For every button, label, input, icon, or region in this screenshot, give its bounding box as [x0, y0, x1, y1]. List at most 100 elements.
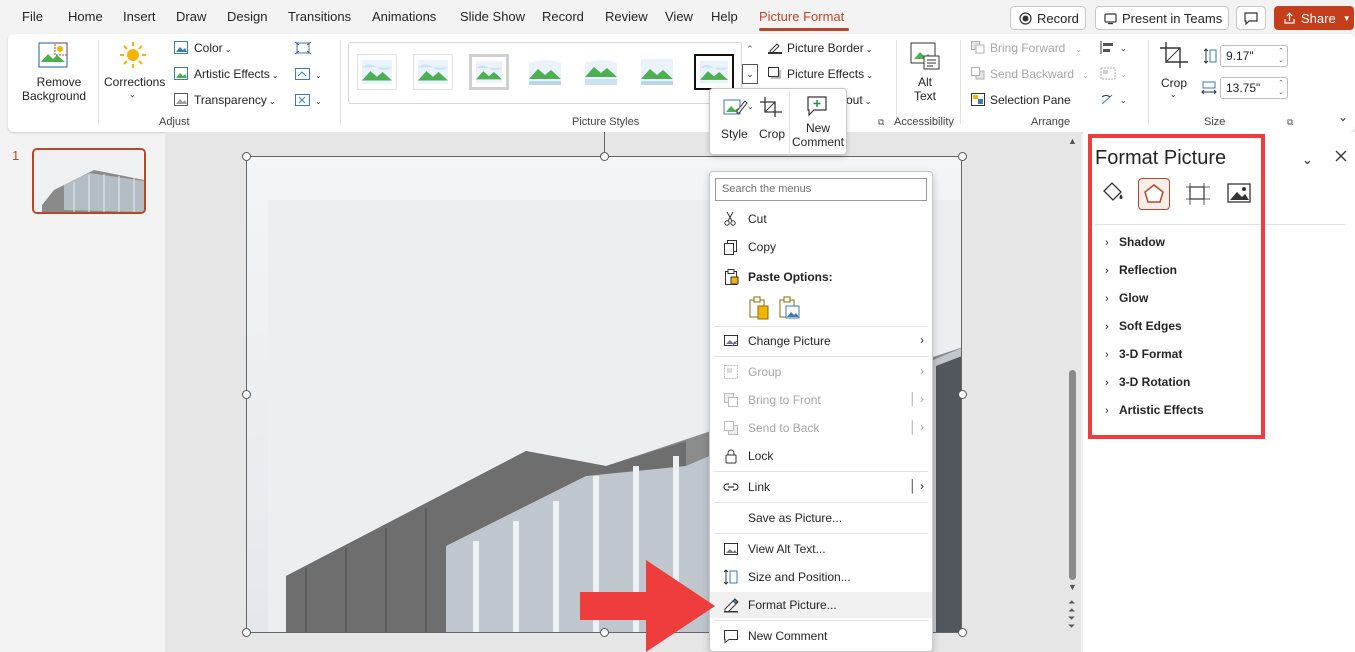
picture-style-2[interactable] [413, 54, 453, 90]
group-objects-icon[interactable]: ⌄ [1100, 67, 1128, 80]
menu-item-cut[interactable]: Cut [710, 206, 932, 232]
decrement-icon[interactable]: ⌄ [1278, 56, 1284, 64]
menu-item-lock[interactable]: Lock [710, 443, 932, 469]
new-comment-label-1: New [805, 121, 830, 135]
menu-item-copy[interactable]: Copy [710, 234, 932, 260]
tab-design[interactable]: Design [227, 9, 267, 24]
resize-handle-top-left[interactable] [242, 152, 251, 161]
menu-item-new-comment[interactable]: New Comment [710, 623, 932, 649]
format-picture-label: Format Picture... [748, 598, 837, 612]
scroll-down-icon[interactable]: ▼ [1068, 582, 1078, 592]
save-as-picture-label: Save as Picture... [748, 511, 843, 525]
increment-icon[interactable]: ⌃ [1278, 47, 1284, 55]
menu-item-group[interactable]: Group › [710, 359, 932, 385]
reset-picture-icon[interactable]: ⌄ [295, 93, 323, 107]
picture-style-5[interactable] [581, 54, 621, 90]
vertical-scrollbar-thumb[interactable] [1069, 370, 1076, 580]
pane-options-chevron-icon[interactable]: ⌄ [1302, 152, 1313, 168]
menu-search-input[interactable]: Search the menus [715, 178, 927, 201]
paste-as-picture-icon[interactable] [778, 296, 800, 320]
tab-review[interactable]: Review [605, 9, 648, 24]
tab-animations[interactable]: Animations [372, 9, 436, 24]
slide-thumbnail-1[interactable] [32, 148, 146, 214]
menu-item-change-picture[interactable]: Change Picture › [710, 328, 932, 354]
menu-item-view-alt-text[interactable]: View Alt Text... [710, 536, 932, 562]
share-button[interactable]: Share ▼ [1274, 6, 1354, 30]
tab-slide-show[interactable]: Slide Show [460, 9, 525, 24]
mini-style-button[interactable]: Style [721, 127, 748, 141]
change-picture-icon[interactable]: ⌄ [295, 67, 323, 81]
selection-pane-icon [971, 93, 985, 106]
size-position-icon [723, 569, 739, 585]
tab-file[interactable]: File [22, 9, 43, 24]
tab-picture-format[interactable]: Picture Format [759, 9, 844, 24]
picture-layout-label: out [846, 93, 863, 107]
gallery-scroll-up-icon[interactable]: ⌃ [744, 44, 756, 60]
dialog-launcher-icon[interactable]: ⧉ [878, 117, 884, 128]
crop-button[interactable]: Crop [1161, 76, 1187, 90]
close-icon[interactable] [1335, 150, 1347, 162]
align-icon[interactable]: ⌄ [1100, 41, 1128, 54]
comments-button[interactable] [1236, 6, 1266, 30]
scroll-up-icon[interactable]: ▲ [1068, 136, 1078, 150]
resize-handle-bottom-right[interactable] [958, 628, 967, 637]
paste-keep-source-icon[interactable] [748, 296, 770, 320]
collapse-ribbon-icon[interactable]: ⌄ [1338, 110, 1348, 124]
menu-item-link[interactable]: Link │ › [710, 474, 932, 500]
resize-handle-left[interactable] [242, 390, 251, 399]
picture-style-7-selected[interactable] [694, 54, 734, 90]
remove-background-button[interactable]: Remove Background [22, 75, 86, 103]
previous-slide-icon[interactable]: ⏶ ⏶ [1068, 598, 1075, 615]
rotate-icon[interactable]: ⌄ [1100, 93, 1128, 106]
picture-layout-button[interactable]: out ⌄ [846, 93, 871, 107]
menu-item-format-picture[interactable]: Format Picture... [710, 592, 932, 618]
color-button[interactable]: Color ⌄ [194, 41, 231, 55]
picture-border-button[interactable]: Picture Border ⌄ [787, 41, 872, 55]
corrections-button[interactable]: Corrections [104, 75, 165, 89]
alt-text-button[interactable]: Alt Text [914, 75, 936, 103]
menu-item-save-as-picture[interactable]: Save as Picture... [710, 505, 932, 531]
picture-effects-button[interactable]: Picture Effects ⌄ [787, 67, 873, 81]
resize-handle-top-right[interactable] [958, 152, 967, 161]
resize-handle-right[interactable] [958, 390, 967, 399]
picture-style-6[interactable] [637, 54, 677, 90]
artistic-effects-button[interactable]: Artistic Effects ⌄ [194, 67, 279, 81]
tab-help[interactable]: Help [711, 9, 738, 24]
dialog-launcher-icon[interactable]: ⧉ [1287, 117, 1293, 128]
record-icon [1019, 11, 1032, 25]
mini-new-comment-button[interactable]: New Comment [792, 121, 844, 149]
menu-item-bring-to-front[interactable]: Bring to Front │ › [710, 387, 932, 413]
send-backward-button[interactable]: Send Backward ⌄ [990, 67, 1089, 81]
transparency-button[interactable]: Transparency ⌄ [194, 93, 276, 107]
bring-forward-button[interactable]: Bring Forward ⌄ [990, 41, 1082, 55]
increment-icon[interactable]: ⌃ [1278, 79, 1284, 87]
tab-draw[interactable]: Draw [176, 9, 206, 24]
send-to-back-icon [723, 420, 739, 436]
record-button[interactable]: Record [1010, 6, 1086, 30]
present-in-teams-button[interactable]: Present in Teams [1095, 6, 1229, 30]
menu-item-size-and-position[interactable]: Size and Position... [710, 564, 932, 590]
tab-record[interactable]: Record [542, 9, 584, 24]
share-icon [1283, 11, 1296, 25]
tab-insert[interactable]: Insert [123, 9, 156, 24]
alt-text-label-2: Text [914, 89, 937, 103]
compress-pictures-icon[interactable] [295, 41, 311, 55]
shape-width-input[interactable]: 13.75" ⌃ ⌄ [1220, 77, 1288, 99]
next-slide-icon[interactable]: ⏷ ⏷ [1068, 614, 1075, 631]
picture-style-3[interactable] [469, 54, 509, 90]
menu-item-send-to-back[interactable]: Send to Back │ › [710, 415, 932, 441]
decrement-icon[interactable]: ⌄ [1278, 88, 1284, 96]
tab-view[interactable]: View [665, 9, 693, 24]
tab-transitions[interactable]: Transitions [288, 9, 351, 24]
picture-style-4[interactable] [525, 54, 565, 90]
resize-handle-top[interactable] [600, 152, 609, 161]
shape-height-input[interactable]: 9.17" ⌃ ⌄ [1220, 45, 1288, 67]
mini-crop-button[interactable]: Crop [759, 127, 785, 141]
tab-home[interactable]: Home [68, 9, 103, 24]
selection-pane-button[interactable]: Selection Pane [990, 93, 1071, 107]
remove-background-icon [38, 42, 68, 68]
picture-style-1[interactable] [357, 54, 397, 90]
lock-icon [723, 448, 739, 464]
gallery-more-icon[interactable]: ⌄ [742, 64, 758, 84]
resize-handle-bottom-left[interactable] [242, 628, 251, 637]
